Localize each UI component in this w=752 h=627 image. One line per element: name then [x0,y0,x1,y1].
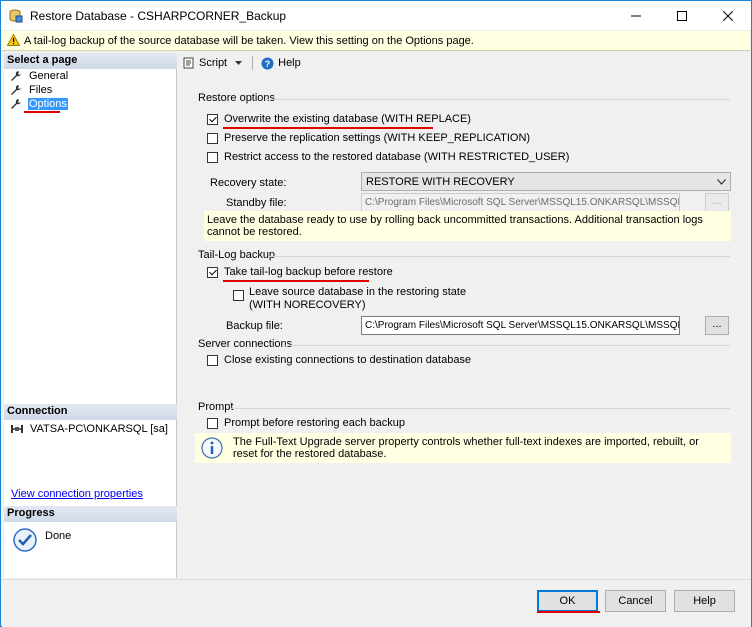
server-connection-icon [11,425,23,433]
minimize-button[interactable] [613,1,659,30]
help-icon: ? [261,57,274,69]
fulltext-info-text: The Full-Text Upgrade server property co… [233,436,699,460]
database-icon [9,9,23,23]
recovery-state-label: Recovery state: [210,177,287,189]
close-icon [723,10,733,21]
restrict-access-checkbox-row[interactable]: Restrict access to the restored database… [207,151,569,164]
annotation-underline [223,127,433,129]
recovery-info-text: Leave the database ready to use by rolli… [207,214,703,238]
annotation-underline [223,280,369,282]
overwrite-label: Overwrite the existing database (WITH RE… [224,113,471,125]
group-divider [282,345,730,346]
group-divider [230,408,730,409]
prompt-before-checkbox[interactable] [207,418,218,429]
help-button[interactable]: Help [674,590,735,612]
restore-options-title: Restore options [198,92,276,104]
annotation-underline [24,111,60,113]
chevron-down-icon [717,178,726,185]
backup-file-label: Backup file: [226,320,283,332]
recovery-info-box: Leave the database ready to use by rolli… [204,211,731,241]
svg-text:?: ? [265,59,271,69]
leave-source-label: Leave source database in the restoring s… [249,286,467,298]
tail-log-title: Tail-Log backup [198,249,276,261]
take-tail-log-label: Take tail-log backup before restore [224,266,393,278]
script-label: Script [199,57,228,69]
standby-file-label: Standby file: [226,197,287,209]
connection-header: Connection [4,404,177,420]
recovery-state-select[interactable]: RESTORE WITH RECOVERY [361,172,731,191]
take-tail-log-checkbox-row[interactable]: Take tail-log backup before restore [207,266,393,279]
close-connections-checkbox-row[interactable]: Close existing connections to destinatio… [207,354,471,367]
toolbar-separator [252,56,254,70]
restore-database-dialog: Restore Database - CSHARPCORNER_Backup A… [0,0,752,627]
connection-name: VATSA-PC\ONKARSQL [sa] [30,423,168,435]
overwrite-checkbox-row[interactable]: Overwrite the existing database (WITH RE… [207,113,471,126]
page-item-label: General [29,70,69,82]
progress-header: Progress [4,506,177,522]
group-divider [268,256,730,257]
progress-info: Done [13,528,71,552]
cancel-button[interactable]: Cancel [605,590,666,612]
maximize-icon [677,10,687,21]
toolbar: Script ? Help [178,53,750,73]
connection-info: VATSA-PC\ONKARSQL [sa] [10,423,168,435]
page-item-general[interactable]: General [10,69,69,83]
done-checkmark-icon [13,528,37,552]
page-item-label: Options [28,98,68,110]
left-pane: Select a page General Files Options Conn… [4,53,177,578]
ok-button[interactable]: OK [537,590,598,612]
warning-text: A tail-log backup of the source database… [24,35,474,47]
group-divider [266,99,730,100]
info-icon [201,437,223,459]
page-item-label: Files [29,84,53,96]
window-title: Restore Database - CSHARPCORNER_Backup [30,9,287,23]
select-page-header: Select a page [4,53,177,69]
title-bar: Restore Database - CSHARPCORNER_Backup [1,1,751,30]
close-connections-checkbox[interactable] [207,355,218,366]
backup-file-browse-button[interactable]: ... [705,316,729,335]
restrict-access-checkbox[interactable] [207,152,218,163]
prompt-before-checkbox-row[interactable]: Prompt before restoring each backup [207,417,405,430]
tail-log-warning-bar: A tail-log backup of the source database… [2,31,750,51]
page-item-files[interactable]: Files [10,83,53,97]
preserve-replication-checkbox-row[interactable]: Preserve the replication settings (WITH … [207,132,530,145]
script-button[interactable]: Script [181,54,244,72]
recovery-state-value: RESTORE WITH RECOVERY [366,175,515,188]
page-item-options[interactable]: Options [10,97,68,111]
leave-source-checkbox[interactable] [233,290,244,301]
close-button[interactable] [705,1,751,30]
help-toolbar-button[interactable]: ? Help [259,54,303,72]
dialog-button-bar: OK Cancel Help [2,579,751,627]
close-connections-label: Close existing connections to destinatio… [224,354,472,366]
preserve-replication-checkbox[interactable] [207,133,218,144]
view-connection-properties-link[interactable]: View connection properties [11,488,143,500]
options-page: Script ? Help Restore options Overwrite … [178,53,750,578]
minimize-icon [631,15,641,16]
prompt-before-label: Prompt before restoring each backup [224,417,405,429]
fulltext-info-box: The Full-Text Upgrade server property co… [195,433,731,463]
annotation-underline [537,611,600,613]
leave-source-label-norecovery: (WITH NORECOVERY) [249,299,366,311]
chevron-down-icon [235,61,243,65]
help-label: Help [278,57,301,69]
warning-icon [7,34,20,46]
overwrite-checkbox[interactable] [207,114,218,125]
wrench-icon [11,99,21,109]
wrench-icon [11,71,21,81]
server-connections-title: Server connections [198,338,293,350]
take-tail-log-checkbox[interactable] [207,267,218,278]
wrench-icon [11,85,21,95]
standby-file-input[interactable]: C:\Program Files\Microsoft SQL Server\MS… [361,193,680,212]
standby-browse-button[interactable]: ... [705,193,729,212]
progress-status: Done [45,530,72,542]
backup-file-input[interactable]: C:\Program Files\Microsoft SQL Server\MS… [361,316,680,335]
restrict-access-label: Restrict access to the restored database… [224,151,570,163]
maximize-button[interactable] [659,1,705,30]
leave-source-checkbox-row[interactable]: Leave source database in the restoring s… [233,286,466,312]
script-icon [183,57,194,69]
preserve-replication-label: Preserve the replication settings (WITH … [224,132,531,144]
prompt-title: Prompt [198,401,234,413]
